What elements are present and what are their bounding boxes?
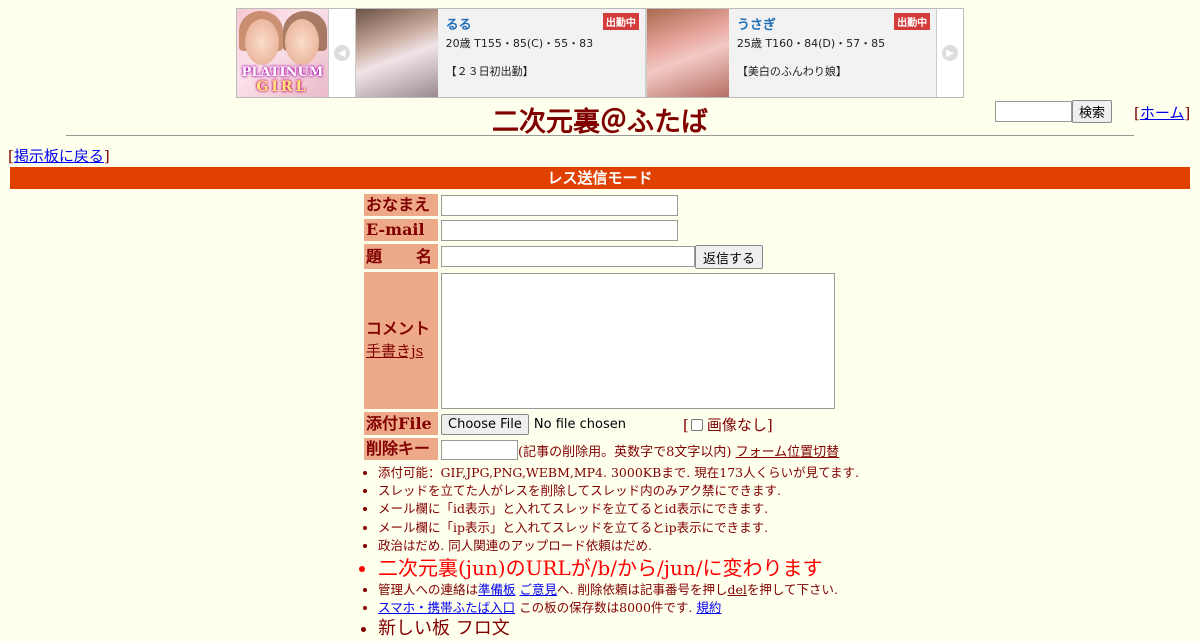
- no-image-label: 画像なし: [706, 416, 767, 434]
- delete-key-note-row: (記事の削除用。英数字で8文字以内) フォーム位置切替: [518, 441, 839, 460]
- home-link[interactable]: ホーム: [1140, 104, 1185, 122]
- bracket: ]: [1184, 104, 1191, 122]
- logo-text-2: GIRL: [256, 79, 309, 95]
- note-text: この板の保存数は8000件です.: [515, 600, 697, 616]
- feedback-link[interactable]: ご意見: [520, 582, 558, 597]
- search-input[interactable]: [995, 101, 1072, 122]
- subject-label: 題 名: [364, 244, 438, 269]
- form-position-toggle-link[interactable]: フォーム位置切替: [736, 445, 840, 460]
- subject-input[interactable]: [441, 246, 695, 267]
- ad-banner[interactable]: PLATINUM GIRL ◀ るる 出勤中 20歳 T155・85(C)・55…: [236, 8, 964, 98]
- back-to-board-link[interactable]: 掲示板に戻る: [14, 147, 104, 165]
- card-photo: [646, 9, 729, 97]
- no-image-option: [ 画像なし ]: [683, 414, 773, 435]
- status-badge: 出勤中: [894, 13, 931, 30]
- new-board-notice: 新しい板 フロ文: [378, 617, 859, 641]
- note-text: へ. 削除依頼は記事番号を押し: [557, 582, 728, 598]
- card-spec: 20歳 T155・85(C)・55・83: [445, 37, 594, 50]
- list-item: メール欄に「ip表示」と入れてスレッドを立てるとip表示にできます.: [378, 519, 859, 537]
- no-file-text: No file chosen: [533, 417, 626, 432]
- url-change-notice: 二次元裏(jun)のURLが/b/から/jun/に変わります: [378, 555, 859, 581]
- file-label: 添付File: [364, 412, 438, 435]
- email-input[interactable]: [441, 220, 678, 241]
- subject-label-1: 題: [366, 247, 383, 266]
- bracket: [: [683, 415, 689, 434]
- email-label: E-mail: [364, 219, 438, 241]
- status-badge: 出勤中: [602, 13, 639, 30]
- chevron-left-icon: ◀: [333, 45, 350, 61]
- prep-board-link[interactable]: 準備板: [478, 582, 516, 597]
- note-text: を押して下さい.: [746, 582, 838, 598]
- choose-file-button[interactable]: Choose File: [441, 414, 529, 435]
- note-text: 管理人への連絡は: [378, 582, 479, 598]
- submit-reply-button[interactable]: 返信する: [695, 245, 763, 269]
- back-link-wrapper: [掲示板に戻る]: [8, 145, 110, 166]
- bracket: ]: [103, 147, 110, 165]
- platinum-girl-logo[interactable]: PLATINUM GIRL: [237, 9, 329, 97]
- search-form: 検索: [995, 100, 1113, 123]
- banner-card-ruru[interactable]: るる 出勤中 20歳 T155・85(C)・55・83 【２３日初出勤】: [354, 9, 646, 97]
- board-notes: 添付可能：GIF,JPG,PNG,WEBM,MP4. 3000KBまで. 現在1…: [360, 464, 859, 641]
- logo-face: [245, 19, 279, 65]
- delete-key-input[interactable]: [441, 440, 518, 460]
- name-input[interactable]: [441, 195, 678, 216]
- home-link-wrapper: [ホーム]: [1134, 102, 1190, 123]
- comment-textarea[interactable]: [441, 273, 835, 409]
- delete-key-label: 削除キー: [364, 438, 438, 460]
- logo-text-1: PLATINUM: [241, 65, 324, 80]
- list-item: 添付可能：GIF,JPG,PNG,WEBM,MP4. 3000KBまで. 現在1…: [378, 464, 859, 482]
- card-note: 【美白のふんわり娘】: [736, 65, 847, 78]
- del-link[interactable]: del: [727, 582, 746, 597]
- list-item: スレッドを立てた人がレスを削除してスレッド内のみアク禁にできます.: [378, 482, 859, 500]
- no-image-checkbox[interactable]: [690, 418, 703, 431]
- list-item: メール欄に「id表示」と入れてスレッドを立てるとid表示にできます.: [378, 500, 859, 518]
- logo-face: [285, 19, 319, 65]
- banner-prev-button[interactable]: ◀: [328, 9, 355, 97]
- name-label: おなまえ: [364, 194, 438, 216]
- card-note: 【２３日初出勤】: [445, 65, 534, 78]
- file-picker: Choose File No file chosen: [441, 414, 626, 435]
- card-photo: [355, 9, 438, 97]
- list-item: 管理人への連絡は準備板 ご意見へ. 削除依頼は記事番号を押しdelを押して下さい…: [378, 581, 859, 599]
- mobile-entrance-link[interactable]: スマホ・携帯ふたば入口: [378, 600, 515, 615]
- banner-card-usagi[interactable]: うさぎ 出勤中 25歳 T160・84(D)・57・85 【美白のふんわり娘】: [645, 9, 938, 97]
- subject-label-2: 名: [415, 247, 432, 266]
- list-item: スマホ・携帯ふたば入口 この板の保存数は8000件です. 規約: [378, 599, 859, 617]
- handwrite-js-link[interactable]: 手書きjs: [366, 342, 423, 360]
- list-item: 政治はだめ. 同人関連のアップロード依頼はだめ.: [378, 537, 859, 555]
- comment-label-cell: コメント 手書きjs: [364, 272, 438, 409]
- reply-mode-bar: レス送信モード: [10, 167, 1190, 189]
- terms-link[interactable]: 規約: [696, 600, 721, 615]
- banner-next-button[interactable]: ▶: [937, 9, 963, 97]
- bracket: ]: [766, 415, 773, 434]
- chevron-right-icon: ▶: [942, 45, 959, 61]
- comment-label: コメント: [366, 319, 431, 338]
- search-button[interactable]: 検索: [1072, 100, 1113, 123]
- card-spec: 25歳 T160・84(D)・57・85: [736, 37, 886, 50]
- divider: [66, 135, 1134, 136]
- delete-key-note: (記事の削除用。英数字で8文字以内): [518, 445, 732, 460]
